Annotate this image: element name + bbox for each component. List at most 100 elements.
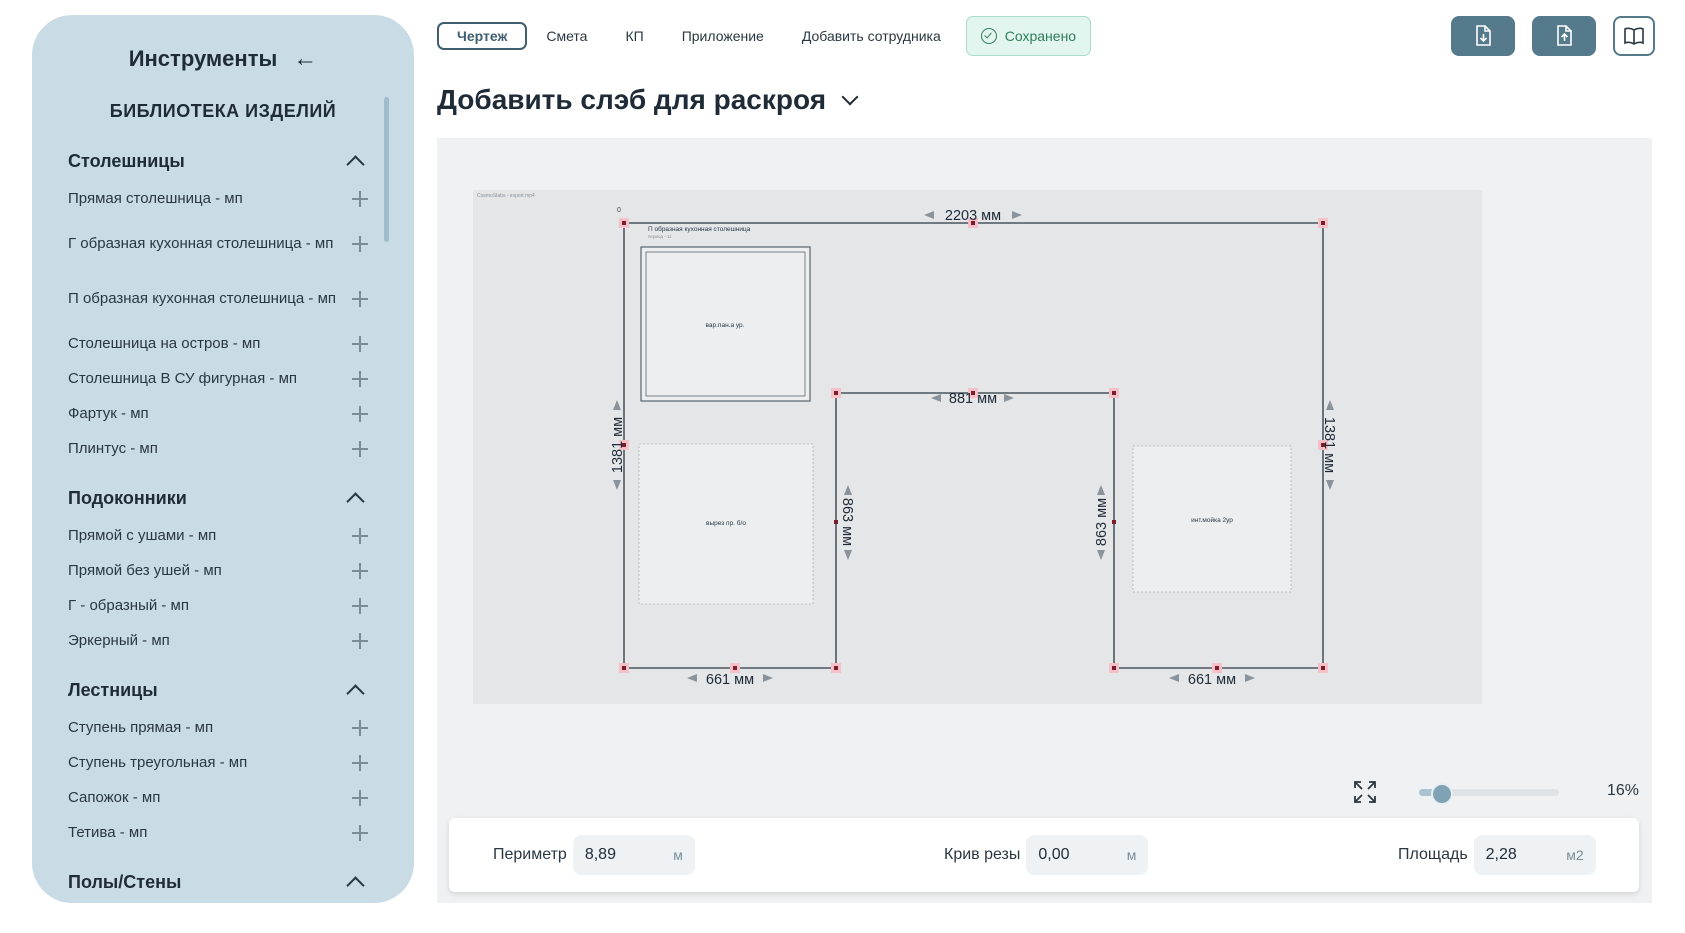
expand-icon[interactable]: [1353, 780, 1377, 804]
drawing-svg: CosmoSlabs - export.mp4 0 П образная кух…: [477, 193, 1337, 688]
category-stairs[interactable]: Лестницы: [68, 676, 368, 704]
category-label: Полы/Стены: [68, 871, 182, 892]
zoom-controls: 16%: [1353, 780, 1653, 810]
list-item[interactable]: Столешница В СУ фигурная - мп: [68, 361, 368, 396]
curved-cuts-value: 0,00: [1038, 846, 1070, 863]
zoom-slider[interactable]: [1419, 783, 1559, 805]
cutout-label: вырез пр. б/о: [706, 519, 746, 527]
sidebar-scrollbar[interactable]: [384, 97, 389, 242]
chevron-up-icon[interactable]: [346, 154, 365, 174]
list-item[interactable]: Прямой без ушей - мп: [68, 553, 368, 588]
list-item[interactable]: Сапожок - мп: [68, 780, 368, 815]
list-item[interactable]: Фартук - мп: [68, 396, 368, 431]
page-title-row: Добавить слэб для раскроя: [437, 84, 859, 116]
plus-icon[interactable]: [352, 405, 368, 422]
curved-cuts-unit: м: [1126, 847, 1137, 863]
tab-kp[interactable]: КП: [606, 22, 662, 50]
tab-estimate[interactable]: Смета: [527, 22, 606, 50]
plus-icon[interactable]: [352, 440, 368, 457]
shape-subtitle: период - 11: [648, 234, 672, 239]
list-item[interactable]: Прямая столешница - мп: [68, 181, 368, 216]
curved-cuts-label: Крив резы: [944, 846, 1021, 863]
download-file-icon: [1476, 25, 1491, 46]
plus-icon[interactable]: [352, 235, 368, 252]
list-item[interactable]: Ступень треугольная - мп: [68, 745, 368, 780]
watermark-text: CosmoSlabs - export.mp4: [477, 193, 535, 199]
perimeter-label: Периметр: [493, 846, 567, 863]
category-countertops[interactable]: Столешницы: [68, 147, 368, 175]
list-item[interactable]: Прямой с ушами - мп: [68, 518, 368, 553]
book-icon: [1624, 27, 1644, 45]
tools-sidebar: Инструменты ← БИБЛИОТЕКА ИЗДЕЛИЙ Столешн…: [32, 15, 414, 903]
chevron-up-icon[interactable]: [346, 491, 365, 511]
list-item[interactable]: Эркерный - мп: [68, 623, 368, 658]
sidebar-header: Инструменты ←: [32, 45, 414, 73]
dimension-label: 661 мм: [1188, 672, 1236, 688]
plus-icon[interactable]: [352, 562, 368, 579]
chevron-up-icon[interactable]: [346, 875, 365, 895]
dimension-label: 881 мм: [949, 391, 997, 407]
item-label: П образная кухонная столешница - мп: [68, 290, 337, 307]
dimension-label: 1381 мм: [610, 417, 626, 473]
curved-cuts-field[interactable]: 0,00 м: [1026, 835, 1149, 875]
plus-icon[interactable]: [352, 597, 368, 614]
list-item[interactable]: Плинтус - мп: [68, 431, 368, 466]
drawing-canvas[interactable]: CosmoSlabs - export.mp4 0 П образная кух…: [473, 190, 1482, 704]
item-label: Сапожок - мп: [68, 789, 161, 806]
guide-book-button[interactable]: [1613, 16, 1655, 56]
list-item[interactable]: Г образная кухонная столешница - мп: [68, 216, 368, 271]
plus-icon[interactable]: [352, 754, 368, 771]
plus-icon[interactable]: [352, 719, 368, 736]
back-arrow-icon[interactable]: ←: [293, 45, 317, 73]
measurements-panel: Периметр 8,89 м Крив резы 0,00 м Площадь…: [449, 818, 1639, 892]
list-item[interactable]: Столешница на остров - мп: [68, 326, 368, 361]
shape-title: П образная кухонная столешница: [648, 225, 751, 233]
plus-icon[interactable]: [352, 190, 368, 207]
plus-icon[interactable]: [352, 632, 368, 649]
perimeter-field[interactable]: 8,89 м: [572, 835, 695, 875]
plus-icon[interactable]: [352, 335, 368, 352]
category-windowsills[interactable]: Подоконники: [68, 484, 368, 512]
sidebar-title: Инструменты: [128, 46, 278, 71]
plus-icon[interactable]: [352, 824, 368, 841]
perimeter-group: Периметр 8,89 м: [493, 835, 695, 875]
zoom-slider-handle[interactable]: [1431, 783, 1454, 805]
item-label: Г образная кухонная столешница - мп: [68, 235, 334, 252]
chevron-up-icon[interactable]: [346, 683, 365, 703]
list-item[interactable]: Г - образный - мп: [68, 588, 368, 623]
download-file-button[interactable]: [1451, 16, 1515, 56]
area-unit: м2: [1566, 847, 1584, 863]
chevron-down-icon[interactable]: [841, 88, 859, 106]
item-label: Ступень прямая - мп: [68, 719, 214, 736]
list-item[interactable]: Ступень прямая - мп: [68, 710, 368, 745]
plus-icon[interactable]: [352, 370, 368, 387]
saved-label: Сохранено: [1004, 28, 1077, 44]
list-item[interactable]: Тетива - мп: [68, 815, 368, 850]
category-floors-walls[interactable]: Полы/Стены: [68, 868, 368, 896]
dimension-label: 2203 мм: [945, 208, 1001, 224]
tab-attachment[interactable]: Приложение: [663, 22, 783, 50]
zoom-value: 16%: [1607, 782, 1640, 799]
dimension-label: 863 мм: [839, 498, 855, 546]
list-item[interactable]: П образная кухонная столешница - мп: [68, 271, 368, 326]
tab-drawing[interactable]: Чертеж: [437, 22, 528, 50]
upload-file-icon: [1557, 25, 1572, 46]
area-label: Площадь: [1398, 846, 1468, 863]
plus-icon[interactable]: [352, 290, 368, 307]
item-label: Столешница В СУ фигурная - мп: [68, 370, 298, 387]
plus-icon[interactable]: [352, 789, 368, 806]
dimension-label: 661 мм: [706, 672, 754, 688]
item-label: Эркерный - мп: [68, 632, 170, 649]
tab-add-employee[interactable]: Добавить сотрудника: [783, 22, 960, 50]
saved-badge: Сохранено: [965, 16, 1092, 56]
area-group: Площадь 2,28 м2: [1398, 835, 1596, 875]
perimeter-value: 8,89: [584, 846, 616, 863]
area-field[interactable]: 2,28 м2: [1473, 835, 1596, 875]
sidebar-title-row: Инструменты ←: [129, 45, 318, 73]
library-list: Столешницы Прямая столешница - мп Г обра…: [68, 147, 368, 902]
curved-cuts-group: Крив резы 0,00 м: [944, 835, 1149, 875]
top-tabs: Чертеж Смета КП Приложение Добавить сотр…: [437, 16, 1092, 56]
upload-file-button[interactable]: [1532, 16, 1596, 56]
plus-icon[interactable]: [352, 527, 368, 544]
item-label: Фартук - мп: [68, 405, 149, 422]
